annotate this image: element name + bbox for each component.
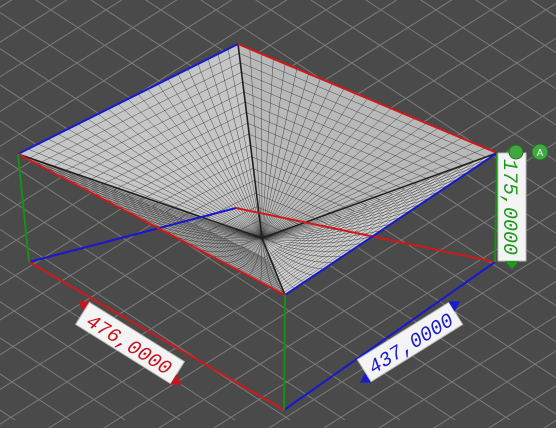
gizmo-badge-label: A: [537, 148, 544, 159]
mesh-surface[interactable]: [17, 43, 498, 296]
gizmo-handle-icon[interactable]: [508, 144, 524, 160]
bbox-edge: [283, 294, 286, 411]
grid-line: [0, 409, 16, 421]
dimension-height[interactable]: 175,0000: [497, 145, 527, 269]
grid-line: [543, 419, 556, 428]
grid-line: [0, 0, 13, 8]
3d-viewport[interactable]: 476,0000 437,0000 175,0000 A: [0, 0, 556, 428]
grid-line: [0, 373, 71, 421]
grid-line: [433, 350, 556, 428]
dimension-width[interactable]: 437,0000: [348, 296, 472, 388]
bbox-edge: [28, 261, 285, 411]
dimension-length-value: 476,0000: [81, 311, 175, 381]
bbox-edge: [17, 153, 30, 263]
bbox-edge: [494, 152, 498, 263]
dimension-height-value: 175,0000: [497, 159, 520, 255]
grid-line: [525, 0, 556, 420]
bbox-edge: [283, 261, 496, 411]
arrow-down-icon[interactable]: [505, 261, 519, 269]
corner-gizmo[interactable]: A: [508, 143, 549, 161]
